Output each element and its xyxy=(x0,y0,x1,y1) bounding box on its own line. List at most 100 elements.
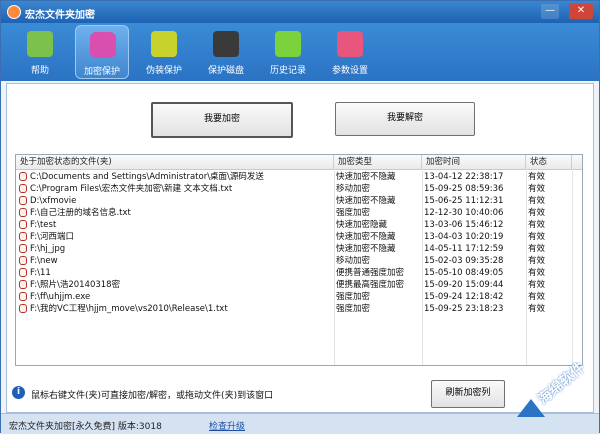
lock-icon xyxy=(19,196,27,205)
file-path-cell: F:\自己注册的域名信息.txt xyxy=(30,208,131,218)
list-header: 处于加密状态的文件(夹) 加密类型 加密时间 状态 xyxy=(16,155,582,170)
lock-icon xyxy=(19,208,27,217)
window-title: 宏杰文件夹加密 xyxy=(25,10,95,21)
table-row[interactable]: F:\自己注册的域名信息.txt 强度加密 12-12-30 10:40:06 有效 xyxy=(16,207,582,219)
file-path-cell: D:\xfmovie xyxy=(30,196,77,206)
lock-icon xyxy=(19,268,27,277)
encrypt-panel: 我要加密 我要解密 处于加密状态的文件(夹) 加密类型 加密时间 状态 C:\D… xyxy=(6,83,594,413)
table-row[interactable]: F:\ff\uhjjm.exe 强度加密 15-09-24 12:18:42 有效 xyxy=(16,291,582,303)
column-header-status[interactable]: 状态 xyxy=(526,155,572,169)
lock-icon xyxy=(19,280,27,289)
column-header-time[interactable]: 加密时间 xyxy=(422,155,526,169)
file-path-cell: C:\Documents and Settings\Administrator\… xyxy=(30,172,264,182)
lock-icon xyxy=(19,220,27,229)
status-bar: 宏杰文件夹加密[永久免费] 版本:3018 检查升级 xyxy=(1,413,599,434)
lock-icon xyxy=(19,304,27,313)
encrypt-type-cell: 快速加密不隐藏 xyxy=(336,232,396,242)
file-path-cell: F:\照片\浩20140318密 xyxy=(30,280,121,290)
encrypt-type-cell: 强度加密 xyxy=(336,292,371,302)
status-cell: 有效 xyxy=(528,208,546,218)
wrench-icon xyxy=(337,31,363,57)
encrypt-type-cell: 便携普通强度加密 xyxy=(336,268,405,278)
file-path-cell: C:\Program Files\宏杰文件夹加密\新建 文本文档.txt xyxy=(30,184,233,194)
title-bar: 宏杰文件夹加密 — ✕ xyxy=(1,1,599,23)
toolbar-protect-disk[interactable]: 保护磁盘 xyxy=(199,25,253,79)
info-icon: i xyxy=(12,386,25,399)
lock-icon xyxy=(19,292,27,301)
encrypt-type-cell: 强度加密 xyxy=(336,208,371,218)
lock-icon xyxy=(19,256,27,265)
disk-icon xyxy=(213,31,239,57)
status-cell: 有效 xyxy=(528,256,546,266)
column-header-type[interactable]: 加密类型 xyxy=(334,155,422,169)
table-row[interactable]: F:\test 快速加密隐藏 13-03-06 15:46:12 有效 xyxy=(16,219,582,231)
decrypt-button[interactable]: 我要解密 xyxy=(335,102,475,136)
file-path-cell: F:\hj_jpg xyxy=(30,244,66,254)
toolbar-label: 历史记录 xyxy=(269,66,306,76)
column-header-file[interactable]: 处于加密状态的文件(夹) xyxy=(16,155,334,169)
lock-icon xyxy=(19,244,27,253)
table-row[interactable]: F:\河西端口 快速加密不隐藏 13-04-03 10:20:19 有效 xyxy=(16,231,582,243)
main-toolbar: 帮助 加密保护 伪装保护 保护磁盘 历史记录 参数设置 xyxy=(1,23,599,81)
encrypt-time-cell: 13-04-03 10:20:19 xyxy=(424,232,504,242)
check-update-link[interactable]: 检查升级 xyxy=(209,419,245,432)
table-row[interactable]: F:\11 便携普通强度加密 15-05-10 08:49:05 有效 xyxy=(16,267,582,279)
table-row[interactable]: F:\hj_jpg 快速加密不隐藏 14-05-11 17:12:59 有效 xyxy=(16,243,582,255)
file-path-cell: F:\new xyxy=(30,256,58,266)
toolbar-help[interactable]: 帮助 xyxy=(13,25,67,79)
file-path-cell: F:\test xyxy=(30,220,57,230)
lock-icon xyxy=(19,172,27,181)
encrypt-time-cell: 15-06-25 11:12:31 xyxy=(424,196,504,206)
lock-icon xyxy=(19,232,27,241)
lock-icon xyxy=(90,32,116,58)
toolbar-label: 伪装保护 xyxy=(145,66,182,76)
status-cell: 有效 xyxy=(528,232,546,242)
file-path-cell: F:\ff\uhjjm.exe xyxy=(30,292,91,302)
encrypt-type-cell: 便携最高强度加密 xyxy=(336,280,405,290)
hint-text: 鼠标右键文件(夹)可直接加密/解密，或拖动文件(夹)到该窗口 xyxy=(31,391,274,401)
encrypt-type-cell: 强度加密 xyxy=(336,304,371,314)
status-cell: 有效 xyxy=(528,268,546,278)
table-row[interactable]: C:\Documents and Settings\Administrator\… xyxy=(16,171,582,183)
table-row[interactable]: F:\我的VC工程\hjjm_move\vs2010\Release\1.txt… xyxy=(16,303,582,315)
encrypt-button[interactable]: 我要加密 xyxy=(151,102,293,138)
toolbar-encrypt-protect[interactable]: 加密保护 xyxy=(75,25,129,79)
file-path-cell: F:\我的VC工程\hjjm_move\vs2010\Release\1.txt xyxy=(30,304,228,314)
table-row[interactable]: D:\xfmovie 快速加密不隐藏 15-06-25 11:12:31 有效 xyxy=(16,195,582,207)
toolbar-label: 加密保护 xyxy=(83,67,120,77)
status-cell: 有效 xyxy=(528,304,546,314)
file-path-cell: F:\11 xyxy=(30,268,51,278)
encrypt-type-cell: 快速加密不隐藏 xyxy=(336,172,396,182)
status-cell: 有效 xyxy=(528,196,546,206)
toolbar-label: 帮助 xyxy=(30,66,49,76)
table-row[interactable]: F:\new 移动加密 15-02-03 09:35:28 有效 xyxy=(16,255,582,267)
refresh-list-button[interactable]: 刷新加密列 xyxy=(431,380,505,408)
encrypt-type-cell: 快速加密不隐藏 xyxy=(336,196,396,206)
encrypted-files-list[interactable]: 处于加密状态的文件(夹) 加密类型 加密时间 状态 C:\Documents a… xyxy=(15,154,583,366)
table-row[interactable]: C:\Program Files\宏杰文件夹加密\新建 文本文档.txt 移动加密… xyxy=(16,183,582,195)
encrypt-time-cell: 13-04-12 22:38:17 xyxy=(424,172,504,182)
encrypt-type-cell: 快速加密不隐藏 xyxy=(336,244,396,254)
book-icon xyxy=(151,31,177,57)
toolbar-label: 保护磁盘 xyxy=(207,66,244,76)
toolbar-label: 参数设置 xyxy=(331,66,368,76)
status-cell: 有效 xyxy=(528,292,546,302)
encrypt-type-cell: 移动加密 xyxy=(336,184,371,194)
version-text: 宏杰文件夹加密[永久免费] 版本:3018 xyxy=(9,422,162,432)
table-row[interactable]: F:\照片\浩20140318密 便携最高强度加密 15-09-20 15:09:4… xyxy=(16,279,582,291)
app-window: 宏杰文件夹加密 — ✕ 帮助 加密保护 伪装保护 保护磁盘 历史记录 参数设置 xyxy=(0,0,600,434)
encrypt-time-cell: 15-09-25 23:18:23 xyxy=(424,304,504,314)
status-cell: 有效 xyxy=(528,184,546,194)
toolbar-history[interactable]: 历史记录 xyxy=(261,25,315,79)
close-button[interactable]: ✕ xyxy=(569,4,593,19)
toolbar-settings[interactable]: 参数设置 xyxy=(323,25,377,79)
lock-icon xyxy=(19,184,27,193)
file-path-cell: F:\河西端口 xyxy=(30,232,74,242)
encrypt-type-cell: 移动加密 xyxy=(336,256,371,266)
encrypt-time-cell: 15-05-10 08:49:05 xyxy=(424,268,504,278)
minimize-button[interactable]: — xyxy=(541,4,559,19)
status-cell: 有效 xyxy=(528,280,546,290)
status-cell: 有效 xyxy=(528,220,546,230)
toolbar-disguise-protect[interactable]: 伪装保护 xyxy=(137,25,191,79)
encrypt-time-cell: 13-03-06 15:46:12 xyxy=(424,220,504,230)
